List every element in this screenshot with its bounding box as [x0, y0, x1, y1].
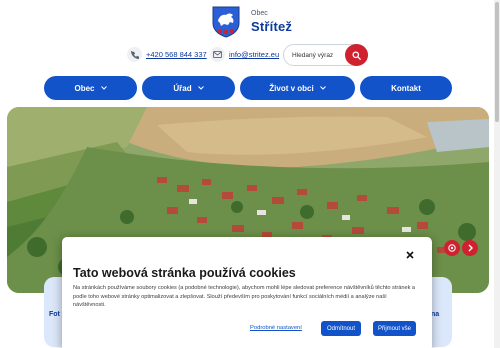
quick-tile-left-label: Fot — [49, 311, 60, 318]
chevron-down-icon — [197, 86, 204, 90]
scrollbar-thumb[interactable] — [495, 2, 499, 122]
nav-label: Život v obci — [269, 83, 314, 93]
search-icon — [352, 50, 361, 60]
arrow-left-icon — [448, 244, 456, 252]
search-input[interactable] — [292, 49, 342, 62]
quick-tile-right-label: na — [431, 311, 440, 318]
nav-label: Kontakt — [391, 83, 421, 93]
cookie-title: Tato webová stránka používá cookies — [73, 266, 296, 280]
slider-next-button[interactable] — [462, 240, 478, 256]
arrow-right-icon — [468, 244, 473, 252]
nav-zivot-v-obci[interactable]: Život v obci — [240, 76, 355, 100]
cookie-dialog: Tato webová stránka používá cookies Na s… — [62, 237, 432, 348]
phone-icon — [127, 47, 142, 62]
phone-link[interactable]: +420 568 844 337 — [127, 47, 207, 62]
close-button[interactable] — [404, 249, 415, 260]
accept-all-button[interactable]: Přijmout vše — [373, 321, 416, 336]
site-label: Obec — [251, 10, 268, 17]
reject-button[interactable]: Odmítnout — [321, 321, 361, 336]
cookie-settings-link[interactable]: Podrobné nastavení — [250, 325, 302, 331]
nav-kontakt[interactable]: Kontakt — [360, 76, 452, 100]
nav-label: Úřad — [173, 83, 192, 93]
chevron-down-icon — [100, 86, 107, 90]
nav-urad[interactable]: Úřad — [142, 76, 235, 100]
scrollbar[interactable] — [494, 0, 500, 348]
email-link[interactable]: info@stritez.eu — [210, 47, 279, 62]
nav-label: Obec — [74, 83, 95, 93]
phone-number[interactable]: +420 568 844 337 — [146, 50, 207, 59]
search-box — [283, 44, 368, 66]
chevron-down-icon — [319, 86, 326, 90]
nav-obec[interactable]: Obec — [44, 76, 137, 100]
close-icon — [405, 250, 414, 259]
page: Obec Střítež +420 568 844 337 info@strit… — [0, 0, 500, 348]
crest-icon[interactable] — [211, 5, 241, 38]
slider-prev-button[interactable] — [444, 240, 460, 256]
email-address[interactable]: info@stritez.eu — [229, 50, 279, 59]
mail-icon — [210, 47, 225, 62]
site-title[interactable]: Střítež — [251, 19, 292, 34]
cookie-description: Na stránkách používáme soubory cookies (… — [73, 285, 416, 309]
search-button[interactable] — [345, 44, 368, 66]
